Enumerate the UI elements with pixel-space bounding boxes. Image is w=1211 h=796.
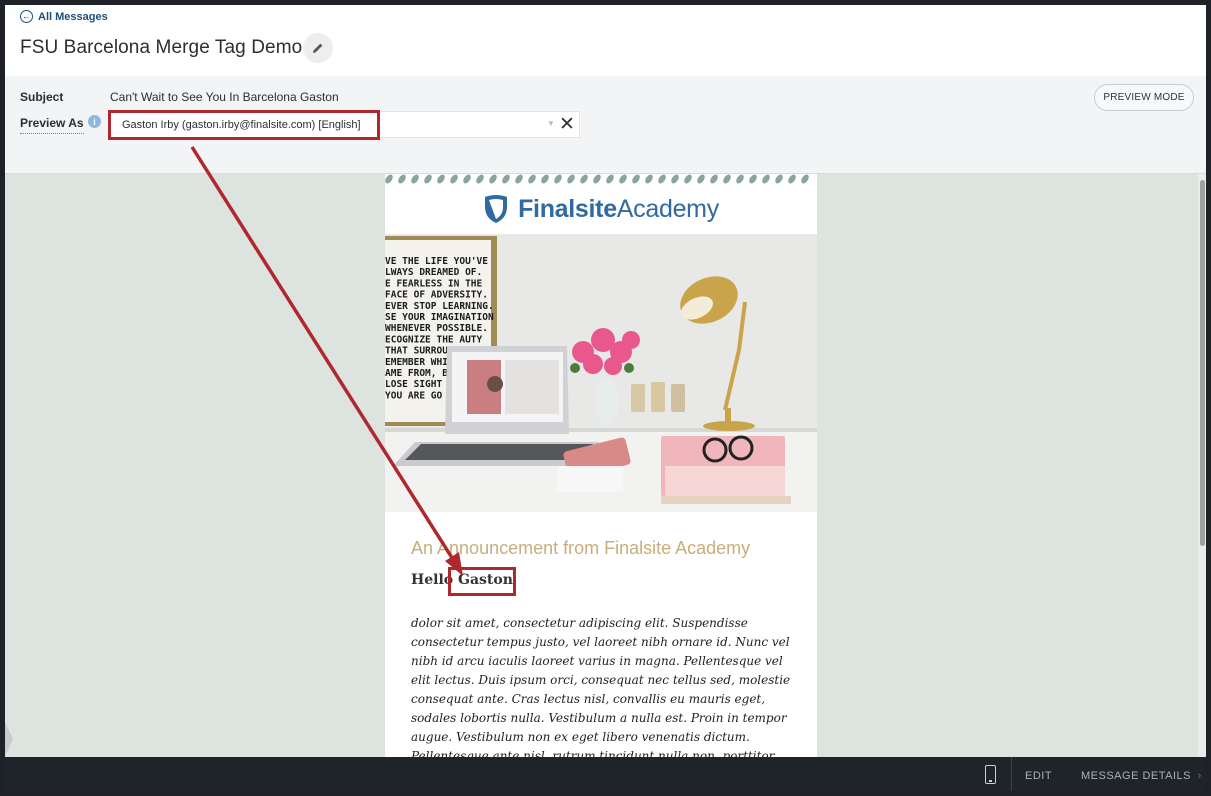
leaf-decoration <box>567 174 575 184</box>
subject-panel: Subject Can't Wait to See You In Barcelo… <box>5 76 1206 174</box>
message-details-button[interactable]: MESSAGE DETAILS › <box>1081 770 1202 782</box>
app-window: ← All Messages FSU Barcelona Merge Tag D… <box>5 5 1206 791</box>
greeting-prefix: Hello <box>411 572 454 588</box>
leaf-decoration <box>515 174 523 184</box>
email-logo: FinalsiteAcademy <box>385 191 817 227</box>
edit-title-button[interactable] <box>303 33 333 63</box>
leaf-decoration <box>619 174 627 184</box>
leaf-decoration <box>398 174 406 184</box>
annotation-box-first-name <box>448 567 516 596</box>
leaf-decoration <box>671 174 679 184</box>
leaf-decoration <box>450 174 458 184</box>
all-messages-label: All Messages <box>38 10 108 23</box>
poster-text-line: AME FROM, BU <box>385 368 454 379</box>
leaf-decoration <box>788 174 796 184</box>
leaf-decoration <box>736 174 744 184</box>
poster-text-line: E FEARLESS IN THE <box>385 278 483 289</box>
leaf-decoration <box>775 174 783 184</box>
leaf-decoration <box>697 174 705 184</box>
leaf-decoration <box>528 174 536 184</box>
footer-divider <box>1011 757 1012 791</box>
poster-text-line: THAT SURROUN <box>385 346 454 357</box>
leaf-decoration <box>710 174 718 184</box>
leaf-decoration <box>476 174 484 184</box>
leaf-border-decoration <box>385 174 809 184</box>
email-preview: FinalsiteAcademy VE THE LIFE YOU'VE LWAYS… <box>385 174 817 757</box>
poster-text-line: WHENEVER POSSIBLE. <box>385 323 488 334</box>
chevron-right-icon: › <box>1197 770 1202 782</box>
desk-scene-illustration: VE THE LIFE YOU'VELWAYS DREAMED OF.E FEA… <box>385 234 817 512</box>
hero-image: VE THE LIFE YOU'VE LWAYS DREAMED OF. E FEA… <box>385 234 817 512</box>
leaf-decoration <box>502 174 510 184</box>
leaf-decoration <box>411 174 419 184</box>
poster-text-line: LWAYS DREAMED OF. <box>385 267 482 278</box>
all-messages-link[interactable]: ← All Messages <box>20 10 108 23</box>
leaf-decoration <box>593 174 601 184</box>
logo-bold: Finalsite <box>518 194 617 223</box>
page-header: ← All Messages FSU Barcelona Merge Tag D… <box>5 5 1206 76</box>
chevron-down-icon: ▼ <box>547 119 555 128</box>
subject-value: Can't Wait to See You In Barcelona Gasto… <box>110 90 339 104</box>
leaf-decoration <box>749 174 757 184</box>
email-preview-canvas[interactable]: FinalsiteAcademy VE THE LIFE YOU'VE LWAYS… <box>5 174 1206 757</box>
poster-text-line: YOU ARE GO <box>385 390 442 401</box>
announcement-title: An Announcement from Finalsite Academy <box>411 538 751 558</box>
preview-mode-button[interactable]: PREVIEW MODE <box>1094 84 1194 111</box>
leaf-decoration <box>632 174 640 184</box>
close-icon[interactable]: ✕ <box>559 113 575 136</box>
logo-light: Academy <box>616 194 719 223</box>
leaf-decoration <box>385 174 393 184</box>
leaf-decoration <box>801 174 809 184</box>
poster-text-line: EVER STOP LEARNING. <box>385 301 494 312</box>
annotation-box-preview-as <box>108 110 380 140</box>
arrow-left-circle-icon: ← <box>20 10 33 23</box>
leaf-decoration <box>684 174 692 184</box>
leaf-decoration <box>645 174 653 184</box>
leaf-decoration <box>606 174 614 184</box>
poster-text-line: SE YOUR IMAGINATION <box>385 312 494 323</box>
leaf-decoration <box>762 174 770 184</box>
pencil-icon <box>313 43 323 53</box>
leaf-decoration <box>554 174 562 184</box>
leaf-decoration <box>489 174 497 184</box>
info-icon[interactable]: i <box>88 115 101 128</box>
edit-button[interactable]: EDIT <box>1025 770 1052 782</box>
scrollbar-thumb[interactable] <box>1200 180 1205 546</box>
email-body-text: dolor sit amet, consectetur adipiscing e… <box>411 616 791 757</box>
footer-toolbar: EDIT MESSAGE DETAILS › <box>5 757 1206 791</box>
leaf-decoration <box>463 174 471 184</box>
logo-wordmark: FinalsiteAcademy <box>518 195 719 224</box>
leaf-decoration <box>658 174 666 184</box>
page-title: FSU Barcelona Merge Tag Demo <box>20 37 303 58</box>
leaf-decoration <box>723 174 731 184</box>
leaf-decoration <box>424 174 432 184</box>
leaf-decoration <box>541 174 549 184</box>
side-panel-handle[interactable] <box>5 722 13 756</box>
poster-text-line: ECOGNIZE THE AUTY <box>385 334 483 345</box>
shield-icon <box>485 195 508 223</box>
leaf-decoration <box>580 174 588 184</box>
message-details-label: MESSAGE DETAILS <box>1081 770 1191 782</box>
preview-as-label: Preview As <box>20 116 84 134</box>
poster-text-line: FACE OF ADVERSITY. <box>385 290 488 301</box>
subject-label: Subject <box>20 90 64 104</box>
poster-text-line: EMEMBER WHI <box>385 357 448 368</box>
poster-text-line: VE THE LIFE YOU'VE <box>385 256 488 267</box>
mobile-preview-icon[interactable] <box>985 765 996 784</box>
leaf-decoration <box>437 174 445 184</box>
